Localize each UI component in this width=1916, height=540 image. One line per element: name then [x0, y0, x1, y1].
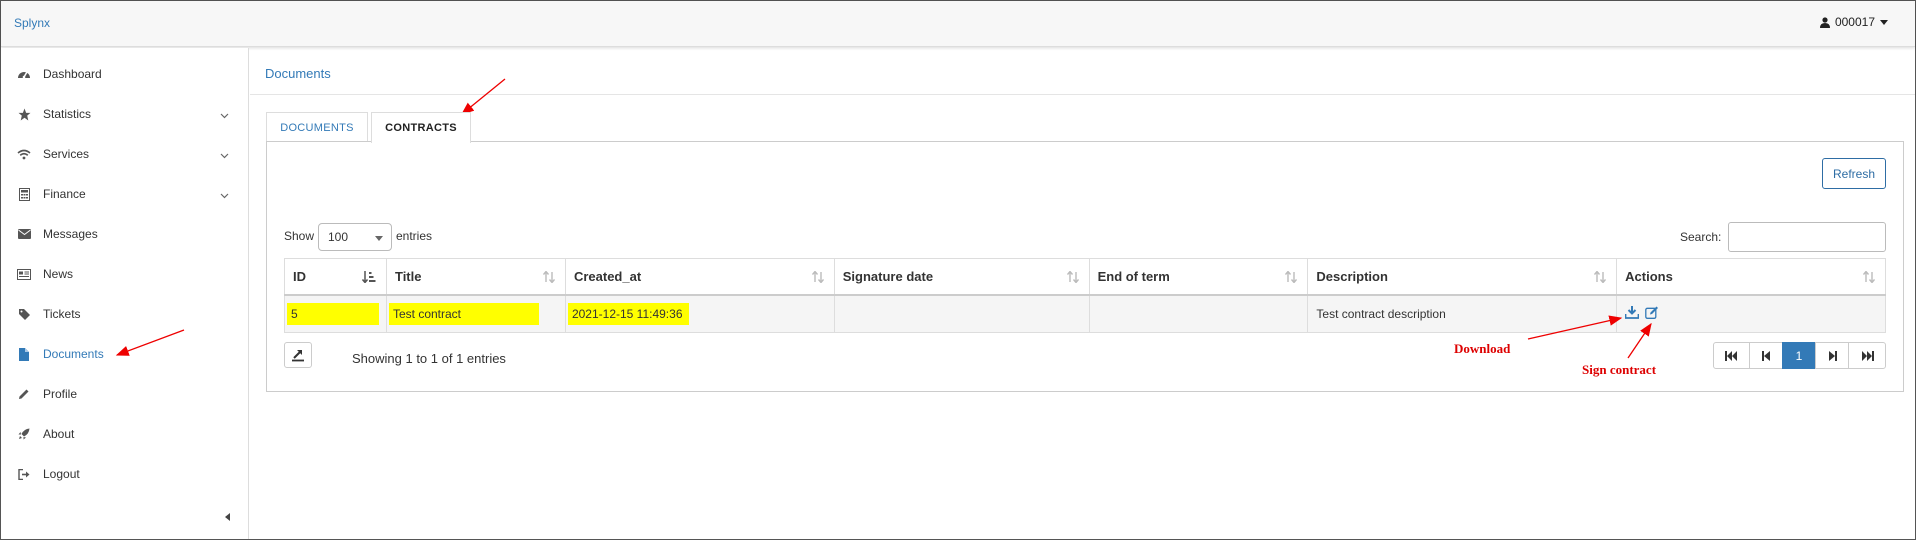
sidebar-item-label: Finance: [43, 187, 86, 201]
caret-down-icon: [375, 236, 383, 241]
sidebar-item-label: About: [43, 427, 75, 441]
show-label: Show: [284, 229, 315, 243]
sidebar-item-services[interactable]: Services: [1, 134, 249, 174]
sort-asc-icon: [361, 271, 376, 286]
sort-icon: [811, 270, 824, 286]
refresh-button[interactable]: Refresh: [1822, 158, 1886, 189]
download-icon[interactable]: [1624, 305, 1640, 322]
sort-icon: [1285, 270, 1298, 286]
user-icon: [1819, 16, 1830, 28]
tab-documents[interactable]: DOCUMENTS: [266, 112, 368, 142]
sidebar-item-statistics[interactable]: Statistics: [1, 94, 249, 134]
step-backward-icon: [1761, 350, 1770, 361]
search-input[interactable]: [1728, 222, 1886, 252]
cell-id: 5: [284, 294, 387, 333]
user-menu[interactable]: 000017: [1819, 15, 1888, 29]
contracts-table: ID Title Created_at Signature date End o…: [284, 258, 1886, 333]
sidebar-item-profile[interactable]: Profile: [1, 374, 249, 414]
sort-icon: [1594, 270, 1607, 286]
entries-label: entries: [396, 229, 433, 243]
sidebar-item-label: Messages: [43, 227, 98, 241]
sidebar-item-messages[interactable]: Messages: [1, 214, 249, 254]
column-header-description[interactable]: Description: [1307, 258, 1618, 296]
sidebar-item-label: Tickets: [43, 307, 81, 321]
column-header-actions[interactable]: Actions: [1616, 258, 1886, 296]
envelope-icon: [16, 226, 32, 242]
tab-contracts[interactable]: CONTRACTS: [371, 112, 471, 143]
sidebar-item-label: Logout: [43, 467, 80, 481]
chevron-down-icon: [220, 147, 229, 162]
table-header-row: ID Title Created_at Signature date End o…: [284, 258, 1886, 296]
cell-created-at: 2021-12-15 11:49:36: [564, 294, 835, 333]
column-header-title[interactable]: Title: [385, 258, 566, 296]
file-icon: [16, 346, 32, 362]
wifi-icon: [16, 146, 32, 162]
sidebar-item-label: Statistics: [43, 107, 92, 121]
divider: [250, 94, 1915, 95]
column-header-id[interactable]: ID: [284, 258, 387, 296]
dashboard-icon: [16, 66, 32, 82]
table-row: 5 Test contract 2021-12-15 11:49:36 Test…: [284, 294, 1886, 333]
entries-per-page-value: 100: [328, 230, 349, 244]
page-button[interactable]: 1: [1782, 342, 1816, 369]
sidebar-collapse-toggle[interactable]: [221, 510, 235, 524]
last-page-button[interactable]: [1848, 342, 1886, 369]
fast-forward-icon: [1861, 350, 1874, 361]
step-forward-icon: [1828, 350, 1837, 361]
column-header-signature-date[interactable]: Signature date: [833, 258, 1090, 296]
sidebar-item-news[interactable]: News: [1, 254, 249, 294]
breadcrumb[interactable]: Documents: [265, 66, 331, 81]
next-page-button[interactable]: [1815, 342, 1849, 369]
search-label: Search:: [1680, 230, 1722, 244]
chevron-down-icon: [220, 187, 229, 202]
calculator-icon: [16, 186, 32, 202]
sidebar-item-tickets[interactable]: Tickets: [1, 294, 249, 334]
chevron-down-icon: [220, 107, 229, 122]
cell-title: Test contract: [385, 294, 566, 333]
star-icon: [16, 106, 32, 122]
sort-icon: [1066, 270, 1079, 286]
sort-icon: [542, 270, 555, 286]
sidebar-item-finance[interactable]: Finance: [1, 174, 249, 214]
sidebar-item-label: Profile: [43, 387, 78, 401]
export-button[interactable]: [284, 342, 312, 368]
cell-description: Test contract description: [1307, 294, 1618, 333]
sidebar-item-documents[interactable]: Documents: [1, 334, 249, 374]
first-page-button[interactable]: [1713, 342, 1750, 369]
caret-down-icon: [1880, 19, 1888, 25]
previous-page-button[interactable]: [1749, 342, 1783, 369]
brand-link[interactable]: Splynx: [14, 16, 50, 30]
cell-signature-date: [833, 294, 1090, 333]
tag-icon: [16, 306, 32, 322]
sidebar-item-label: Documents: [43, 347, 104, 361]
sidebar-item-dashboard[interactable]: Dashboard: [1, 54, 249, 94]
annotation-download: Download: [1454, 341, 1511, 356]
sidebar-item-label: Dashboard: [43, 67, 102, 81]
annotation-sign-contract: Sign contract: [1582, 362, 1657, 377]
column-header-end-of-term[interactable]: End of term: [1088, 258, 1309, 296]
sidebar-item-logout[interactable]: Logout: [1, 454, 249, 494]
sign-contract-icon[interactable]: [1645, 306, 1659, 322]
export-icon: [292, 350, 304, 362]
sidebar-item-label: Services: [43, 147, 90, 161]
user-id: 000017: [1834, 15, 1875, 29]
cell-actions: [1616, 294, 1886, 333]
sidebar-item-about[interactable]: About: [1, 414, 249, 454]
fast-backward-icon: [1725, 350, 1737, 361]
sidebar-item-label: News: [43, 267, 74, 281]
caret-left-icon: [225, 513, 230, 521]
cell-end-of-term: [1088, 294, 1309, 333]
newspaper-icon: [16, 266, 32, 282]
pencil-icon: [16, 386, 32, 402]
rocket-icon: [16, 426, 32, 442]
column-header-created-at[interactable]: Created_at: [564, 258, 835, 296]
sidebar: Dashboard Statistics Services Finance Me…: [1, 48, 249, 539]
table-info: Showing 1 to 1 of 1 entries: [352, 351, 506, 366]
entries-per-page-select[interactable]: 100: [318, 223, 392, 251]
sign-out-icon: [16, 466, 32, 482]
sort-icon: [1862, 270, 1876, 286]
pagination: 1: [1713, 342, 1886, 369]
top-navbar: Splynx 000017: [1, 1, 1915, 47]
